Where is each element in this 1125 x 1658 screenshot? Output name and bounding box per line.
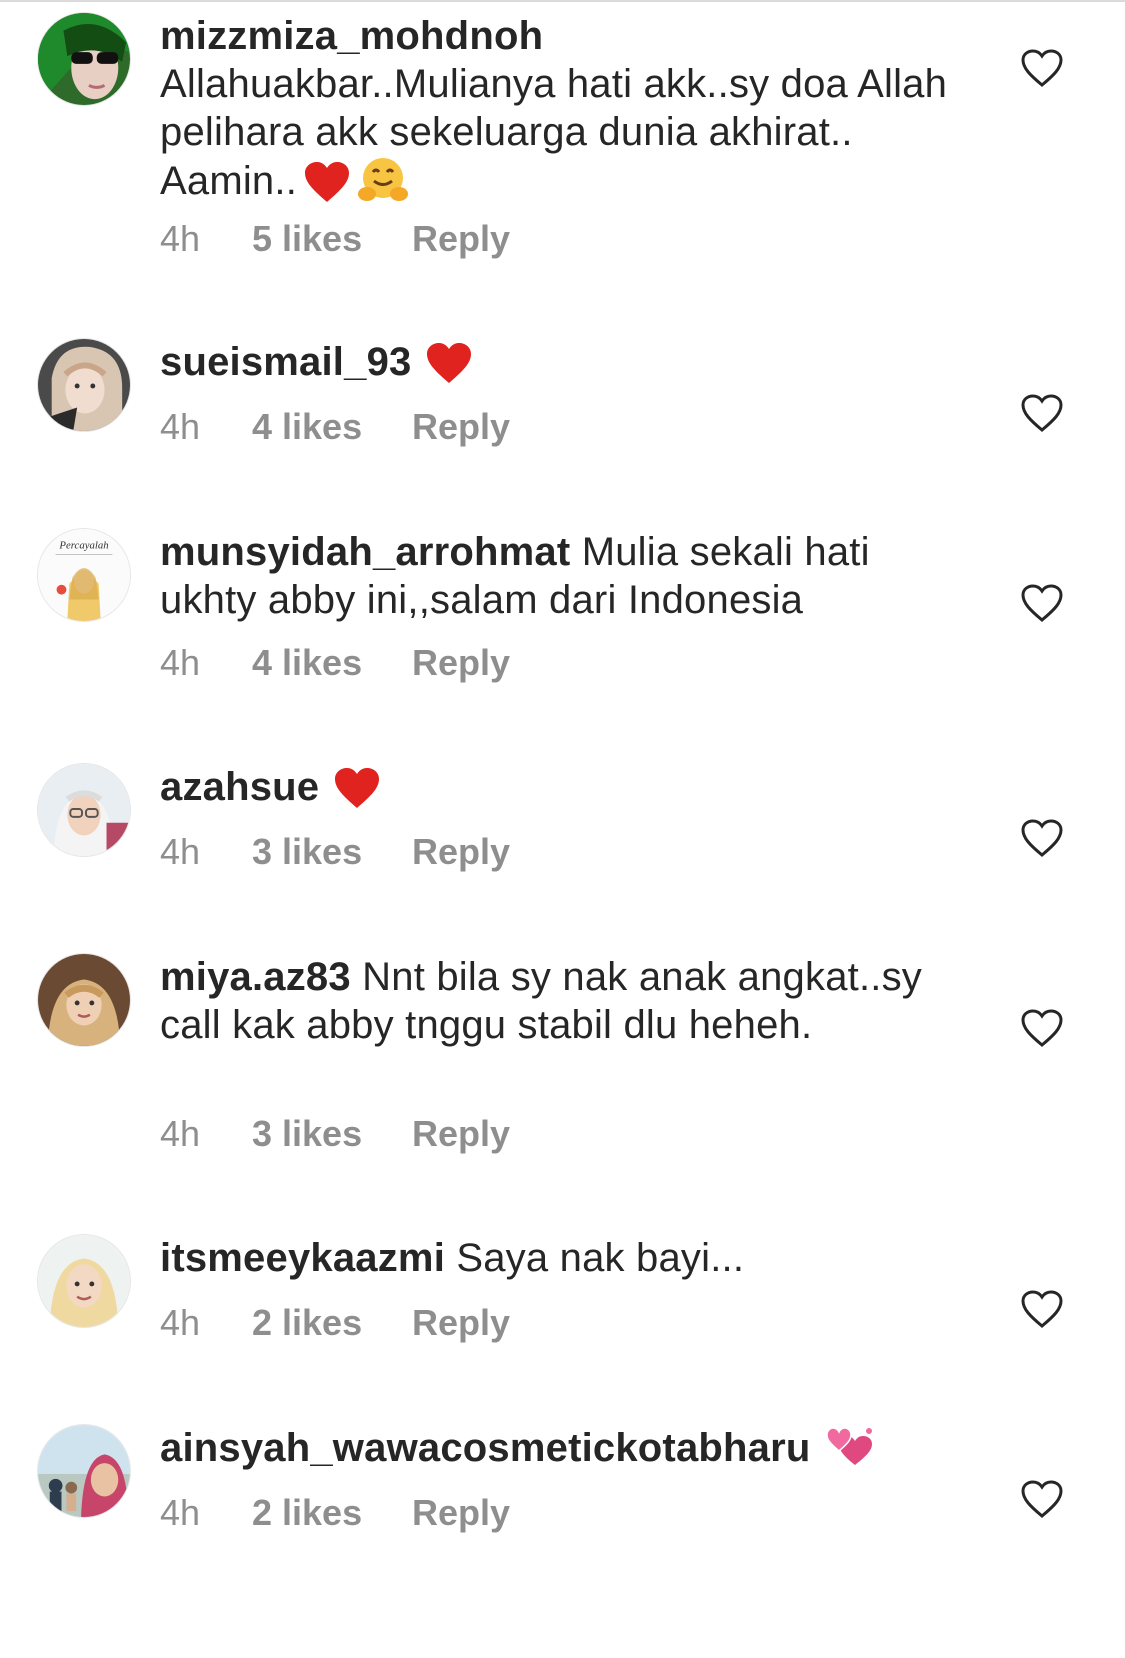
avatar[interactable] (37, 12, 131, 106)
top-divider (0, 0, 1125, 2)
comment-text: itsmeeykaazmi Saya nak bayi... (160, 1234, 960, 1282)
like-heart-icon[interactable] (1020, 48, 1064, 88)
like-heart-icon[interactable] (1020, 1479, 1064, 1519)
red-heart-icon (333, 766, 381, 821)
comment-username[interactable]: ainsyah_wawacosmetickotabharu (160, 1426, 811, 1470)
reply-button[interactable]: Reply (412, 831, 510, 873)
reply-button[interactable]: Reply (412, 218, 510, 260)
like-heart-icon[interactable] (1020, 818, 1064, 858)
avatar-caption: Percayalah (58, 540, 108, 552)
avatar[interactable] (37, 338, 131, 432)
comment-text: azahsue (160, 763, 960, 821)
comment-text: munsyidah_arrohmat Mulia sekali hati ukh… (160, 528, 960, 624)
avatar[interactable]: Percayalah (37, 528, 131, 622)
avatar[interactable] (37, 1424, 131, 1518)
comment-time: 4h (160, 218, 201, 259)
comment-text: mizzmiza_mohdnoh Allahuakbar..Mulianya h… (160, 12, 960, 215)
comment-text: sueismail_93 (160, 338, 960, 396)
comment-body: Allahuakbar..Mulianya hati akk..sy doa A… (160, 62, 948, 203)
comment-meta: 4h 5 likes Reply (160, 218, 510, 260)
comment-meta: 4h 4 likes Reply (160, 406, 510, 448)
comment-username[interactable]: azahsue (160, 765, 319, 809)
like-heart-icon[interactable] (1020, 1289, 1064, 1329)
red-heart-icon (425, 341, 473, 396)
like-heart-icon[interactable] (1020, 393, 1064, 433)
like-heart-icon[interactable] (1020, 1008, 1064, 1048)
like-heart-icon[interactable] (1020, 583, 1064, 623)
comment-meta: 4h 3 likes Reply (160, 831, 510, 873)
reply-button[interactable]: Reply (412, 642, 510, 684)
two-hearts-icon (825, 1425, 875, 1482)
comment-time: 4h (160, 1113, 201, 1154)
comment-time: 4h (160, 1302, 201, 1343)
reply-button[interactable]: Reply (412, 406, 510, 448)
comment-time: 4h (160, 831, 201, 872)
comment-text: ainsyah_wawacosmetickotabharu (160, 1424, 960, 1482)
avatar[interactable] (37, 953, 131, 1047)
comment-username[interactable]: sueismail_93 (160, 340, 411, 384)
comment-username[interactable]: munsyidah_arrohmat (160, 530, 570, 574)
avatar[interactable] (37, 1234, 131, 1328)
comment-meta: 4h 2 likes Reply (160, 1492, 510, 1534)
comment-username[interactable]: mizzmiza_mohdnoh (160, 14, 543, 58)
comment-time: 4h (160, 1492, 201, 1533)
comment-likes[interactable]: 4 likes (252, 642, 412, 684)
comment-likes[interactable]: 2 likes (252, 1302, 412, 1344)
reply-button[interactable]: Reply (412, 1492, 510, 1534)
comment-likes[interactable]: 4 likes (252, 406, 412, 448)
comment-username[interactable]: miya.az83 (160, 955, 351, 999)
red-heart-icon (303, 160, 351, 215)
comment-likes[interactable]: 5 likes (252, 218, 412, 260)
comment-likes[interactable]: 2 likes (252, 1492, 412, 1534)
comment-meta: 4h 4 likes Reply (160, 642, 510, 684)
hugging-face-icon (357, 156, 409, 215)
comment-meta: 4h 3 likes Reply (160, 1113, 510, 1155)
comment-likes[interactable]: 3 likes (252, 1113, 412, 1155)
comment-time: 4h (160, 406, 201, 447)
reply-button[interactable]: Reply (412, 1302, 510, 1344)
avatar[interactable] (37, 763, 131, 857)
comment-username[interactable]: itsmeeykaazmi (160, 1236, 445, 1280)
reply-button[interactable]: Reply (412, 1113, 510, 1155)
comment-meta: 4h 2 likes Reply (160, 1302, 510, 1344)
comment-text: miya.az83 Nnt bila sy nak anak angkat..s… (160, 953, 960, 1049)
comment-time: 4h (160, 642, 201, 683)
comment-likes[interactable]: 3 likes (252, 831, 412, 873)
comment-body: Saya nak bayi... (456, 1236, 745, 1280)
